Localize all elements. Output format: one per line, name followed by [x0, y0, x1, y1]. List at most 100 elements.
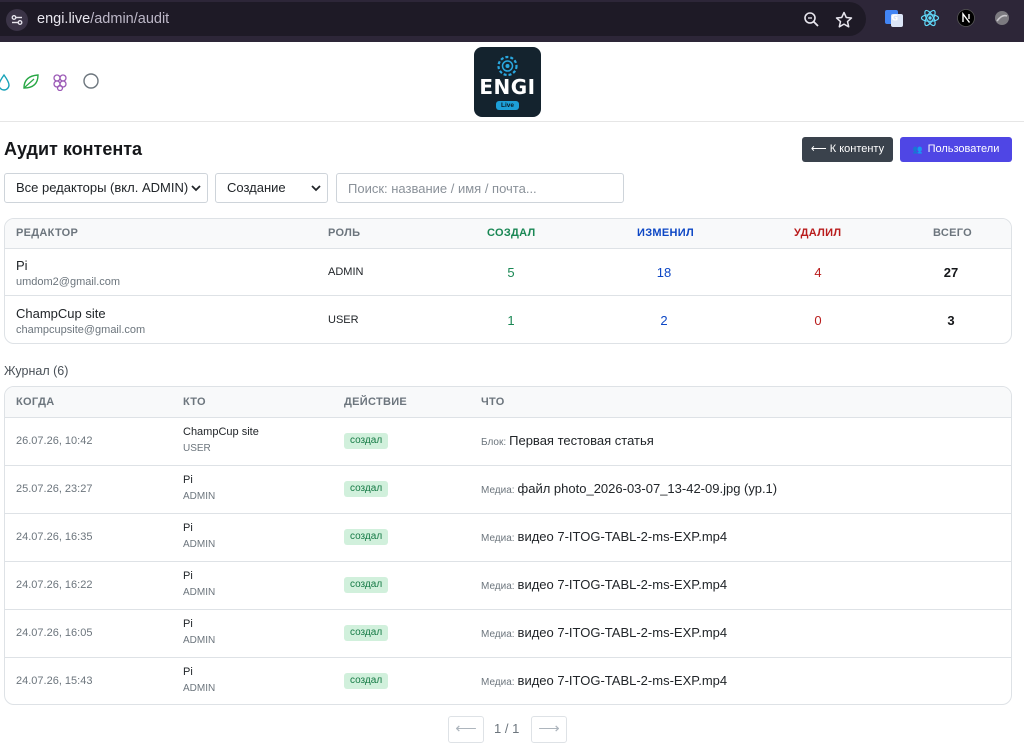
entry-target: Медиа: файл photo_2026-03-07_13-42-09.jpg…	[481, 481, 777, 496]
users-icon: 👥	[912, 145, 923, 154]
col-changed: ИЗМЕНИЛ	[637, 227, 694, 239]
back-to-content-button[interactable]: ⟵ К контенту	[802, 137, 893, 162]
entry-role: ADMIN	[183, 587, 216, 598]
url-text[interactable]: engi.live/admin/audit	[37, 11, 169, 27]
page-indicator: 1 / 1	[494, 721, 520, 736]
editor-email: champcupsite@gmail.com	[16, 324, 146, 336]
col-when: КОГДА	[16, 396, 55, 408]
entry-date: 24.07.26, 16:05	[16, 627, 93, 639]
prev-page-button[interactable]: ⟵	[448, 716, 484, 743]
site-settings-icon[interactable]	[6, 9, 28, 31]
total-count: 3	[947, 313, 955, 328]
col-what: ЧТО	[481, 396, 505, 408]
profile-extension-icon[interactable]	[992, 8, 1012, 28]
created-count: 1	[507, 313, 515, 328]
changed-count: 18	[656, 265, 672, 280]
deleted-count: 0	[814, 313, 822, 328]
site-logo[interactable]: ENGI Live	[474, 47, 541, 117]
action-badge: создал	[344, 625, 389, 641]
journal-label: Журнал (6)	[4, 364, 69, 378]
entry-user: ChampCup site	[183, 426, 259, 438]
summary-row: Pi umdom2@gmail.com ADMIN 5 18 4 27	[5, 249, 1011, 296]
table-row: 26.07.26, 10:42 ChampCup site USER созда…	[5, 418, 1011, 466]
journal-header-row: КОГДА КТО ДЕЙСТВИЕ ЧТО	[5, 387, 1011, 418]
col-total: ВСЕГО	[933, 227, 972, 239]
entry-target-name: видео 7-ITOG-TABL-2-ms-EXP.mp4	[517, 625, 728, 640]
editor-email: umdom2@gmail.com	[16, 276, 121, 288]
entry-date: 26.07.26, 10:42	[16, 435, 93, 447]
entry-target-name: видео 7-ITOG-TABL-2-ms-EXP.mp4	[517, 577, 728, 592]
entry-kind: Блок:	[481, 437, 507, 448]
translate-extension-icon[interactable]: G	[884, 8, 904, 28]
summary-header-row: РЕДАКТОР РОЛЬ СОЗДАЛ ИЗМЕНИЛ УДАЛИЛ ВСЕГ…	[5, 219, 1011, 249]
address-bar[interactable]: engi.live/admin/audit	[0, 2, 866, 36]
grape-theme-icon[interactable]	[53, 74, 67, 91]
entry-target-name: файл photo_2026-03-07_13-42-09.jpg (ур.1…	[517, 481, 778, 496]
action-select[interactable]: Создание	[215, 173, 328, 203]
editor-role: USER	[328, 314, 359, 326]
col-action: ДЕЙСТВИЕ	[344, 396, 408, 408]
entry-role: ADMIN	[183, 539, 216, 550]
deleted-count: 4	[814, 265, 822, 280]
editor-summary-table: РЕДАКТОР РОЛЬ СОЗДАЛ ИЗМЕНИЛ УДАЛИЛ ВСЕГ…	[4, 218, 1012, 344]
next-devtools-icon[interactable]	[956, 8, 976, 28]
summary-row: ChampCup site champcupsite@gmail.com USE…	[5, 297, 1011, 343]
entry-date: 24.07.26, 15:43	[16, 675, 93, 687]
url-domain: engi.live	[37, 11, 91, 27]
entry-target-name: видео 7-ITOG-TABL-2-ms-EXP.mp4	[517, 673, 728, 688]
entry-target: Медиа: видео 7-ITOG-TABL-2-ms-EXP.mp4	[481, 625, 727, 640]
entry-target: Медиа: видео 7-ITOG-TABL-2-ms-EXP.mp4	[481, 577, 727, 592]
entry-role: USER	[183, 443, 211, 454]
table-row: 24.07.26, 16:35 Pi ADMIN создал Медиа: ви…	[5, 514, 1011, 562]
url-path: /admin/audit	[90, 11, 170, 27]
total-count: 27	[943, 265, 959, 280]
water-theme-icon[interactable]	[0, 73, 10, 91]
entry-kind: Медиа:	[481, 581, 515, 592]
page-title: Аудит контента	[4, 139, 143, 159]
table-row: 24.07.26, 15:43 Pi ADMIN создал Медиа: ви…	[5, 658, 1011, 704]
journal-table: КОГДА КТО ДЕЙСТВИЕ ЧТО 26.07.26, 10:42 C…	[4, 386, 1012, 705]
entry-target-name: видео 7-ITOG-TABL-2-ms-EXP.mp4	[517, 529, 728, 544]
users-button-label: Пользователи	[927, 143, 1000, 155]
changed-count: 2	[660, 313, 668, 328]
col-created: СОЗДАЛ	[487, 227, 536, 239]
chevron-down-icon	[191, 185, 201, 192]
col-deleted: УДАЛИЛ	[794, 227, 842, 239]
col-editor: РЕДАКТОР	[16, 227, 79, 239]
leaf-theme-icon[interactable]	[23, 74, 39, 89]
action-badge: создал	[344, 577, 389, 593]
table-row: 24.07.26, 16:22 Pi ADMIN создал Медиа: ви…	[5, 562, 1011, 610]
editor-name: ChampCup site	[16, 306, 106, 321]
action-badge: создал	[344, 481, 389, 497]
table-row: 25.07.26, 23:27 Pi ADMIN создал Медиа: фа…	[5, 466, 1011, 514]
logo-text: ENGI	[479, 75, 536, 99]
entry-date: 24.07.26, 16:35	[16, 531, 93, 543]
col-who: КТО	[183, 396, 206, 408]
entry-user: Pi	[183, 570, 193, 582]
entry-kind: Медиа:	[481, 629, 515, 640]
table-row: 24.07.26, 16:05 Pi ADMIN создал Медиа: ви…	[5, 610, 1011, 658]
action-badge: создал	[344, 673, 389, 689]
entry-user: Pi	[183, 522, 193, 534]
bookmark-star-icon[interactable]	[834, 10, 854, 30]
entry-date: 24.07.26, 16:22	[16, 579, 93, 591]
entry-user: Pi	[183, 618, 193, 630]
entry-target: Медиа: видео 7-ITOG-TABL-2-ms-EXP.mp4	[481, 529, 727, 544]
react-devtools-icon[interactable]	[920, 8, 940, 28]
circle-theme-icon[interactable]	[83, 73, 99, 89]
next-page-button[interactable]: ⟶	[531, 716, 567, 743]
entry-date: 25.07.26, 23:27	[16, 483, 93, 495]
editor-select[interactable]: Все редакторы (вкл. ADMIN)	[4, 173, 208, 203]
users-button[interactable]: 👥 Пользователи	[900, 137, 1012, 162]
editor-name: Pi	[16, 258, 28, 273]
entry-kind: Медиа:	[481, 485, 515, 496]
action-badge: создал	[344, 433, 389, 449]
search-input[interactable]	[336, 173, 624, 203]
col-role: РОЛЬ	[328, 227, 361, 239]
created-count: 5	[507, 265, 515, 280]
zoom-icon[interactable]	[802, 10, 822, 30]
entry-user: Pi	[183, 666, 193, 678]
entry-user: Pi	[183, 474, 193, 486]
editor-select-value: Все редакторы (вкл. ADMIN)	[16, 180, 189, 195]
action-badge: создал	[344, 529, 389, 545]
